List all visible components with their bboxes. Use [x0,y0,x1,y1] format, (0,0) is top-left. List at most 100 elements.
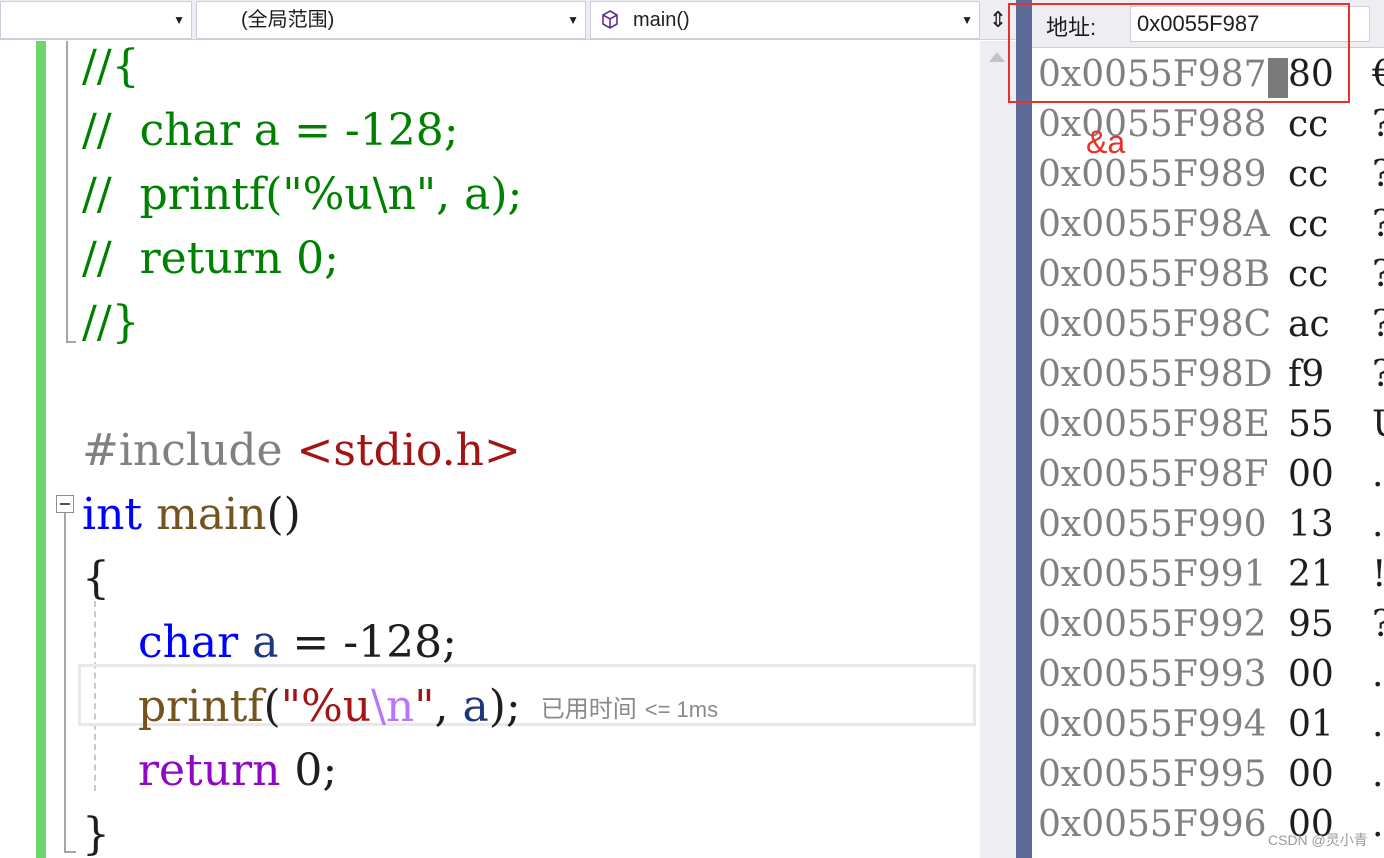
memory-row[interactable]: 0x0055F98A cc? [1038,200,1384,250]
chevron-down-icon[interactable]: ▼ [961,2,973,38]
memory-row[interactable]: 0x0055F994 01. [1038,700,1384,750]
code-line[interactable]: printf("%u\n", a); 已用时间 <= 1ms [82,675,718,739]
memory-char: € [1372,54,1384,95]
memory-byte-value[interactable]: 95 [1288,600,1334,650]
memory-address: 0x0055F994 [1038,704,1267,745]
memory-row[interactable]: 0x0055F98C ac? [1038,300,1384,350]
memory-char: . [1372,504,1384,545]
memory-address: 0x0055F993 [1038,654,1267,695]
project-combo[interactable]: ▼ [0,1,192,39]
scroll-up-arrow-icon[interactable] [989,52,1005,62]
member-combo[interactable]: main() ▼ [590,1,980,39]
memory-address: 0x0055F989 [1038,154,1267,195]
memory-char: . [1372,704,1384,745]
code-line[interactable]: #include <stdio.h> [82,419,521,483]
memory-byte-value[interactable]: f9 [1288,350,1324,400]
memory-row[interactable]: 0x0055F993 00. [1038,650,1384,700]
chevron-down-icon[interactable]: ▼ [567,2,579,38]
memory-row[interactable]: 0x0055F992 95? [1038,600,1384,650]
memory-char: ? [1372,600,1384,650]
code-line[interactable]: //} [82,291,140,355]
code-token: ( [263,681,281,732]
code-token: // printf("%u\n", a); [82,169,523,220]
split-icon: ⇕ [988,7,1008,32]
memory-address: 0x0055F98B [1038,254,1271,295]
perf-tip-label[interactable]: 已用时间 [541,696,637,723]
memory-char: ! [1372,550,1384,600]
code-line[interactable]: char a = -128; [82,611,457,675]
memory-byte-value[interactable]: cc [1288,100,1328,150]
code-token: #include [82,425,297,476]
code-line[interactable]: //{ [82,41,140,99]
code-editor[interactable]: //{ // char a = -128; // printf("%u\n", a)… [0,41,980,858]
code-token: // char a = -128; [82,105,459,156]
memory-row[interactable]: 0x0055F98F 00. [1038,450,1384,500]
change-tracking-bar [36,41,46,858]
navigation-bar: ▼ (全局范围) ▼ main() ▼ ⇕ [0,0,1016,40]
memory-row[interactable]: 0x0055F991 21! [1038,550,1384,600]
code-line[interactable]: // return 0; [82,227,339,291]
memory-address: 0x0055F996 [1038,804,1267,845]
memory-byte-value[interactable]: 00 [1288,450,1334,500]
code-token: a [252,617,279,668]
memory-char: ? [1372,100,1384,150]
memory-char: ? [1372,350,1384,400]
code-line[interactable]: // char a = -128; [82,99,459,163]
code-token: , [434,681,463,732]
code-token: ); [488,681,521,732]
memory-char: ? [1372,200,1384,250]
memory-row[interactable]: 0x0055F990 13. [1038,500,1384,550]
memory-char: ? [1372,300,1384,350]
code-token: } [82,809,110,858]
memory-address: 0x0055F98A [1038,204,1270,245]
memory-byte-value[interactable]: cc [1288,200,1328,250]
memory-byte-value[interactable]: cc [1288,150,1328,200]
annotation-label: &a [1086,124,1126,160]
code-token: { [82,553,110,604]
memory-row[interactable]: 0x0055F98B cc? [1038,250,1384,300]
memory-row[interactable]: 0x0055F98E 55 U [1038,400,1384,450]
code-line[interactable]: return 0; [82,739,337,803]
code-line[interactable]: { [82,547,110,611]
code-token: \n [371,681,415,732]
memory-byte-value[interactable]: 13 [1288,500,1334,550]
memory-char: . [1372,454,1384,495]
memory-address: 0x0055F991 [1038,554,1267,595]
outline-guide [64,513,66,853]
memory-byte-value[interactable]: 55 [1288,400,1334,450]
memory-char: . [1372,754,1384,795]
memory-byte-value[interactable]: 21 [1288,550,1334,600]
code-token: a [462,681,489,732]
code-line[interactable]: int main() [82,483,301,547]
memory-byte-value[interactable]: 01 [1288,700,1334,750]
memory-row[interactable]: 0x0055F995 00. [1038,750,1384,800]
code-token: char [137,617,239,668]
collapse-toggle[interactable] [56,495,74,513]
watermark: CSDN @灵小青 [1268,832,1368,848]
memory-byte-value[interactable]: 00 [1288,750,1334,800]
memory-byte-value[interactable]: 00 [1288,650,1334,700]
code-token: // return 0; [82,233,339,284]
scope-combo[interactable]: (全局范围) ▼ [196,1,586,39]
memory-row[interactable]: 0x0055F98D f9? [1038,350,1384,400]
outline-guide [66,341,76,343]
method-cube-icon [602,10,618,29]
memory-byte-value[interactable]: cc [1288,250,1328,300]
code-token: //{ [82,41,140,92]
member-combo-value: main() [633,9,690,31]
code-line[interactable]: } [82,803,110,858]
perf-tip-value[interactable]: <= 1ms [645,697,718,722]
editor-scrollbar[interactable] [980,41,1018,858]
memory-address: 0x0055F988 [1038,104,1267,145]
code-token: //} [82,297,140,348]
chevron-down-icon[interactable]: ▼ [173,2,185,38]
memory-byte-value[interactable]: ac [1288,300,1330,350]
memory-window-frame [1016,0,1032,858]
memory-address: 0x0055F995 [1038,754,1267,795]
code-line[interactable]: // printf("%u\n", a); [82,163,522,227]
memory-address: 0x0055F990 [1038,504,1267,545]
